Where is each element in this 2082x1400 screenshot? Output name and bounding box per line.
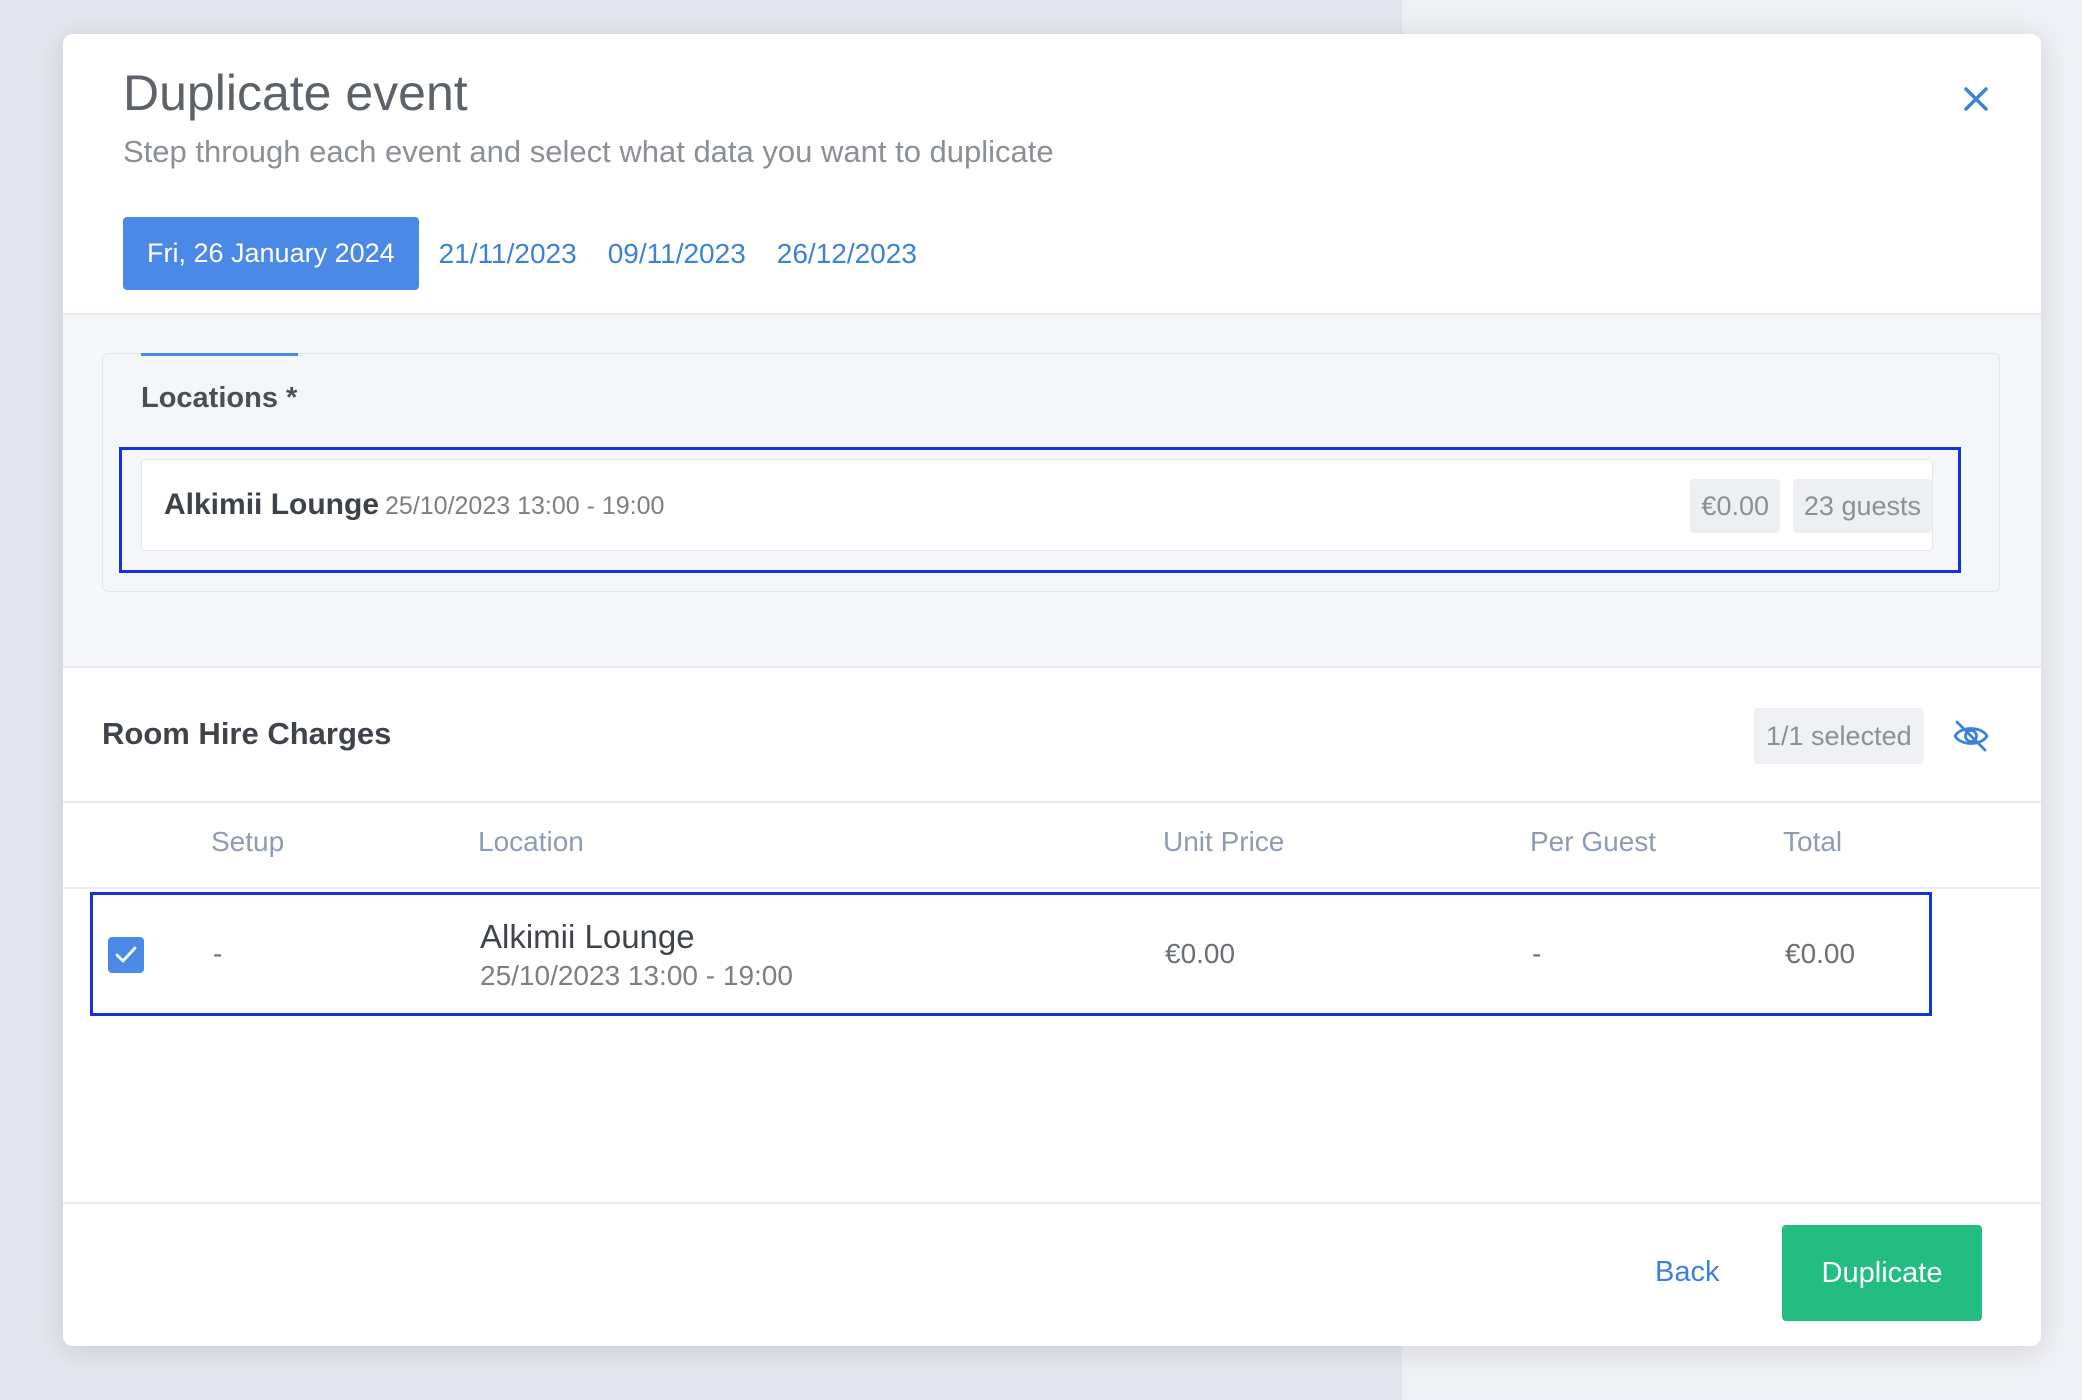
row-per-guest: - — [1532, 938, 1542, 969]
column-header-location: Location — [478, 826, 584, 857]
location-name: Alkimii Lounge — [164, 488, 380, 521]
check-icon — [115, 946, 137, 963]
duplicate-button[interactable]: Duplicate — [1782, 1225, 1982, 1321]
locations-title: Locations * — [141, 382, 298, 414]
modal-header: Duplicate event Step through each event … — [63, 34, 2041, 315]
tab-event-3[interactable]: 09/11/2023 — [608, 217, 746, 290]
tab-event-4[interactable]: 26/12/2023 — [777, 217, 917, 290]
location-item[interactable]: Alkimii Lounge 25/10/2023 13:00 - 19:00 €… — [141, 459, 1933, 551]
modal-subtitle: Step through each event and select what … — [123, 134, 1054, 169]
selected-count-badge: 1/1 selected — [1754, 708, 1924, 764]
room-hire-title: Room Hire Charges — [102, 716, 392, 751]
duplicate-event-modal: Duplicate event Step through each event … — [63, 34, 2041, 1346]
row-location-time: 25/10/2023 13:00 - 19:00 — [480, 960, 793, 991]
table-header-divider — [63, 801, 2041, 803]
row-location-name: Alkimii Lounge — [480, 918, 695, 955]
back-button[interactable]: Back — [1655, 1256, 1719, 1289]
column-header-per-guest: Per Guest — [1530, 826, 1657, 857]
table-row-highlight-box — [90, 892, 1932, 1016]
modal-footer: Back Duplicate — [63, 1202, 2041, 1346]
row-unit-price: €0.00 — [1165, 938, 1236, 969]
column-header-total: Total — [1783, 826, 1843, 857]
modal-title: Duplicate event — [123, 65, 468, 121]
locations-tab-indicator — [141, 353, 298, 356]
tab-event-2[interactable]: 21/11/2023 — [439, 217, 577, 290]
eye-off-icon — [1953, 720, 1989, 752]
close-icon — [1964, 87, 1988, 111]
column-header-unit-price: Unit Price — [1163, 826, 1285, 857]
column-header-setup: Setup — [211, 826, 285, 857]
row-setup: - — [213, 938, 223, 969]
locations-card: Locations * Alkimii Lounge 25/10/2023 13:… — [102, 353, 2000, 592]
location-name-wrap: Alkimii Lounge 25/10/2023 13:00 - 19:00 — [164, 488, 664, 522]
location-guests-badge: 23 guests — [1792, 479, 1932, 533]
toggle-visibility-button[interactable] — [1949, 714, 1993, 758]
close-button[interactable] — [1951, 74, 2001, 124]
row-select-checkbox[interactable] — [108, 937, 144, 973]
location-price-badge: €0.00 — [1690, 479, 1780, 533]
table-row-divider — [63, 887, 2041, 889]
location-time: 25/10/2023 13:00 - 19:00 — [385, 492, 665, 520]
modal-body: Locations * Alkimii Lounge 25/10/2023 13:… — [63, 315, 2041, 1195]
event-date-tabs: Fri, 26 January 2024 21/11/2023 09/11/20… — [123, 217, 948, 290]
tab-event-active[interactable]: Fri, 26 January 2024 — [123, 217, 419, 290]
room-hire-charges-section: Room Hire Charges 1/1 selected Setup Loc… — [63, 668, 2041, 1195]
row-total: €0.00 — [1785, 938, 1856, 969]
